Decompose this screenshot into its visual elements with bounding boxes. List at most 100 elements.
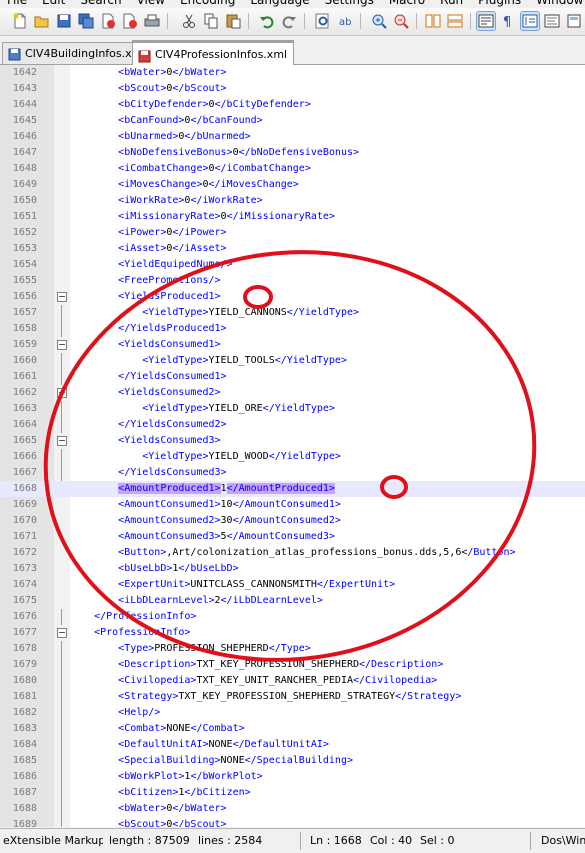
code-text-token: YIELD_CANNONS: [208, 307, 287, 318]
find-icon[interactable]: [314, 12, 332, 30]
save-icon[interactable]: [55, 12, 73, 30]
close-all-icon[interactable]: [121, 12, 139, 30]
fold-toggle-icon[interactable]: [57, 388, 67, 398]
replace-icon[interactable]: ab: [336, 12, 354, 30]
sync-horizontal-icon[interactable]: [446, 12, 464, 30]
code-line[interactable]: 1665 <YieldsConsumed3>: [0, 433, 585, 449]
code-line[interactable]: 1655 <FreePromotions/>: [0, 273, 585, 289]
undo-icon[interactable]: [258, 12, 276, 30]
code-line[interactable]: 1644 <bCityDefender>0</bCityDefender>: [0, 97, 585, 113]
code-line[interactable]: 1669 <AmountConsumed1>10</AmountConsumed…: [0, 497, 585, 513]
code-line[interactable]: 1687 <bCitizen>1</bCitizen>: [0, 785, 585, 801]
code-line[interactable]: 1682 <Help/>: [0, 705, 585, 721]
code-line[interactable]: 1654 <YieldEquipedNums/>: [0, 257, 585, 273]
copy-icon[interactable]: [202, 12, 220, 30]
open-file-icon[interactable]: [33, 12, 51, 30]
close-icon[interactable]: [99, 12, 117, 30]
line-number: 1673: [12, 563, 37, 574]
code-line[interactable]: 1657 <YieldType>YIELD_CANNONS</YieldType…: [0, 305, 585, 321]
code-line[interactable]: 1651 <iMissionaryRate>0</iMissionaryRate…: [0, 209, 585, 225]
tab-civ4professioninfos[interactable]: CIV4ProfessionInfos.xml: [132, 40, 295, 67]
menu-item[interactable]: Search: [73, 0, 129, 7]
code-line[interactable]: 1681 <Strategy>TXT_KEY_PROFESSION_SHEPHE…: [0, 689, 585, 705]
line-number: 1648: [12, 163, 37, 174]
menu-item[interactable]: Settings: [318, 0, 382, 7]
code-line[interactable]: 1676 </ProfessionInfo>: [0, 609, 585, 625]
code-line[interactable]: 1674 <ExpertUnit>UNITCLASS_CANNONSMITH</…: [0, 577, 585, 593]
code-line[interactable]: 1679 <Description>TXT_KEY_PROFESSION_SHE…: [0, 657, 585, 673]
code-line[interactable]: 1686 <bWorkPlot>1</bWorkPlot>: [0, 769, 585, 785]
cut-icon[interactable]: [180, 12, 198, 30]
code-line[interactable]: 1670 <AmountConsumed2>30</AmountConsumed…: [0, 513, 585, 529]
code-line[interactable]: 1646 <bUnarmed>0</bUnarmed>: [0, 129, 585, 145]
code-line[interactable]: 1688 <bWater>0</bWater>: [0, 801, 585, 817]
code-line[interactable]: 1662 <YieldsConsumed2>: [0, 385, 585, 401]
code-line[interactable]: 1685 <SpecialBuilding>NONE</SpecialBuild…: [0, 753, 585, 769]
word-wrap-icon[interactable]: [476, 11, 496, 31]
zoom-in-icon[interactable]: [370, 12, 388, 30]
status-selection: Sel : 0: [420, 834, 455, 847]
indent-guide-icon[interactable]: [520, 11, 540, 31]
code-line[interactable]: 1663 <YieldType>YIELD_ORE</YieldType>: [0, 401, 585, 417]
code-line[interactable]: 1671 <AmountConsumed3>5</AmountConsumed3…: [0, 529, 585, 545]
menu-item[interactable]: Encoding: [173, 0, 243, 7]
zoom-out-icon[interactable]: [392, 12, 410, 30]
code-line[interactable]: 1652 <iPower>0</iPower>: [0, 225, 585, 241]
code-line[interactable]: 1642 <bWater>0</bWater>: [0, 65, 585, 81]
print-icon[interactable]: [143, 12, 161, 30]
code-line[interactable]: 1678 <Type>PROFESSION_SHEPHERD</Type>: [0, 641, 585, 657]
code-line[interactable]: 1689 <bScout>0</bScout>: [0, 817, 585, 827]
code-line[interactable]: 1659 <YieldsConsumed1>: [0, 337, 585, 353]
fold-toggle-icon[interactable]: [57, 436, 67, 446]
code-line[interactable]: 1645 <bCanFound>0</bCanFound>: [0, 113, 585, 129]
code-line[interactable]: 1664 </YieldsConsumed2>: [0, 417, 585, 433]
tab-civ4buildinginfos[interactable]: CIV4BuildingInfos.xml: [2, 42, 153, 64]
code-line[interactable]: 1643 <bScout>0</bScout>: [0, 81, 585, 97]
code-line[interactable]: 1649 <iMovesChange>0</iMovesChange>: [0, 177, 585, 193]
code-line[interactable]: 1684 <DefaultUnitAI>NONE</DefaultUnitAI>: [0, 737, 585, 753]
code-line[interactable]: 1658 </YieldsProduced1>: [0, 321, 585, 337]
new-file-icon[interactable]: [11, 12, 29, 30]
code-line[interactable]: 1666 <YieldType>YIELD_WOOD</YieldType>: [0, 449, 585, 465]
code-line[interactable]: 1648 <iCombatChange>0</iCombatChange>: [0, 161, 585, 177]
code-line[interactable]: 1650 <iWorkRate>0</iWorkRate>: [0, 193, 585, 209]
code-line[interactable]: 1661 </YieldsConsumed1>: [0, 369, 585, 385]
code-text: </ProfessionInfo>: [70, 609, 196, 625]
fold-toggle-icon[interactable]: [57, 628, 67, 638]
code-line[interactable]: 1680 <Civilopedia>TXT_KEY_UNIT_RANCHER_P…: [0, 673, 585, 689]
xml-tag-token: </AmountProduced1>: [226, 483, 335, 494]
menu-item[interactable]: Language: [243, 0, 317, 7]
code-line[interactable]: 1675 <iLbDLearnLevel>2</iLbDLearnLevel>: [0, 593, 585, 609]
code-editor[interactable]: 1642 <bWater>0</bWater> 1643 <bScout>0</b…: [0, 65, 585, 827]
code-line[interactable]: 1668 <AmountProduced1>1</AmountProduced1…: [0, 481, 585, 497]
show-all-characters-icon[interactable]: ¶: [499, 12, 517, 30]
paste-icon[interactable]: [224, 12, 242, 30]
code-line[interactable]: 1683 <Combat>NONE</Combat>: [0, 721, 585, 737]
user-language-icon[interactable]: [543, 12, 561, 30]
menu-item[interactable]: Edit: [35, 0, 73, 7]
code-line[interactable]: 1672 <Button>,Art/colonization_atlas_pro…: [0, 545, 585, 561]
menu-item[interactable]: Plugins: [471, 0, 529, 7]
save-all-icon[interactable]: [77, 12, 95, 30]
redo-icon[interactable]: [280, 12, 298, 30]
menu-item[interactable]: File: [0, 0, 35, 7]
code-line[interactable]: 1677 <ProfessionInfo>: [0, 625, 585, 641]
menu-item[interactable]: View: [130, 0, 173, 7]
code-text: <YieldType>YIELD_ORE</YieldType>: [70, 401, 335, 417]
sync-vertical-icon[interactable]: [424, 12, 442, 30]
fold-toggle-icon[interactable]: [57, 340, 67, 350]
code-line[interactable]: 1673 <bUseLbD>1</bUseLbD>: [0, 561, 585, 577]
fold-guide: [61, 449, 62, 465]
code-line[interactable]: 1660 <YieldType>YIELD_TOOLS</YieldType>: [0, 353, 585, 369]
menu-item[interactable]: Window: [529, 0, 585, 7]
document-map-icon[interactable]: [565, 12, 583, 30]
code-line[interactable]: 1656 <YieldsProduced1>: [0, 289, 585, 305]
menu-item[interactable]: Run: [433, 0, 471, 7]
code-line[interactable]: 1653 <iAsset>0</iAsset>: [0, 241, 585, 257]
fold-toggle-icon[interactable]: [57, 292, 67, 302]
menu-item[interactable]: Macro: [382, 0, 433, 7]
code-line[interactable]: 1647 <bNoDefensiveBonus>0</bNoDefensiveB…: [0, 145, 585, 161]
code-line[interactable]: 1667 </YieldsConsumed3>: [0, 465, 585, 481]
